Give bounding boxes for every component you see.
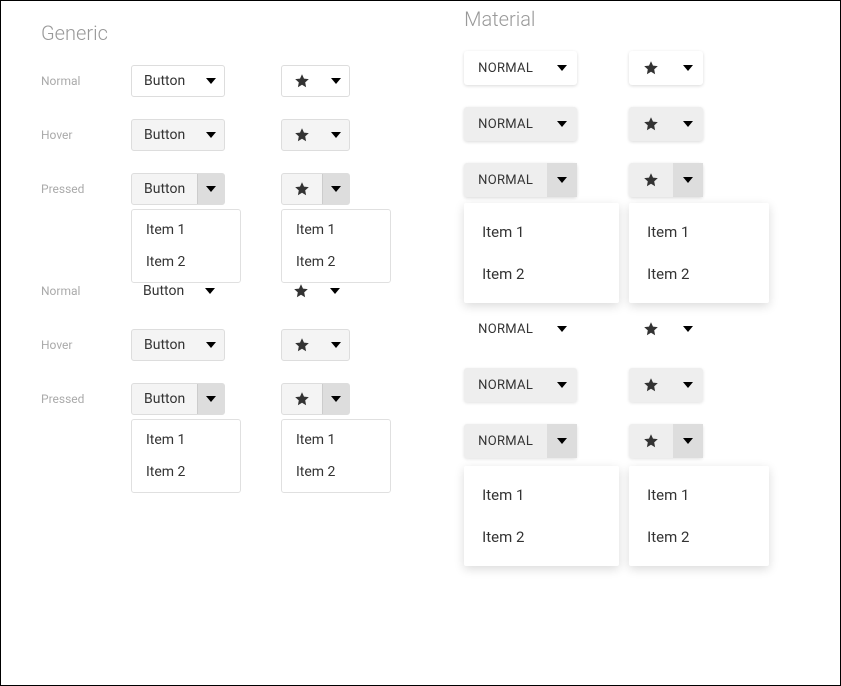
- generic-icon-button-normal[interactable]: [281, 65, 350, 97]
- state-label-hover: Hover: [41, 128, 131, 142]
- star-icon: [282, 330, 322, 360]
- chevron-down-icon: [197, 384, 224, 414]
- generic-text-button-hover[interactable]: Button: [131, 329, 225, 361]
- menu-item[interactable]: Item 1: [132, 424, 240, 456]
- state-label-pressed: Pressed: [41, 182, 131, 196]
- chevron-down-icon: [197, 174, 224, 204]
- chevron-down-icon: [673, 424, 703, 458]
- button-label: NORMAL: [464, 424, 547, 458]
- chevron-down-icon: [673, 312, 703, 346]
- generic-icon-button-hover[interactable]: [281, 119, 350, 151]
- state-label-hover: Hover: [41, 338, 131, 352]
- menu-item[interactable]: Item 1: [464, 474, 619, 516]
- menu-item[interactable]: Item 1: [282, 424, 390, 456]
- star-icon: [282, 174, 322, 204]
- button-label: NORMAL: [464, 51, 547, 85]
- star-icon: [629, 107, 673, 141]
- chevron-down-icon: [322, 174, 349, 204]
- button-label: Button: [132, 384, 197, 414]
- star-icon: [282, 120, 322, 150]
- generic-dropdown-menu: Item 1 Item 2: [131, 419, 241, 493]
- material-text-icon-button-normal[interactable]: [629, 312, 703, 346]
- button-label: Button: [132, 174, 197, 204]
- chevron-down-icon: [197, 330, 224, 360]
- chevron-down-icon: [322, 120, 349, 150]
- chevron-down-icon: [322, 66, 349, 96]
- generic-dropdown-menu: Item 1 Item 2: [281, 419, 391, 493]
- material-text-button-hover[interactable]: NORMAL: [464, 368, 577, 402]
- generic-button-normal[interactable]: Button: [131, 65, 225, 97]
- chevron-down-icon: [673, 51, 703, 85]
- material-dropdown-menu: Item 1 Item 2: [629, 466, 769, 566]
- material-icon-button-pressed[interactable]: [629, 163, 703, 197]
- menu-item[interactable]: Item 2: [282, 456, 390, 488]
- chevron-down-icon: [322, 384, 349, 414]
- menu-item[interactable]: Item 2: [464, 253, 619, 295]
- material-button-pressed[interactable]: NORMAL: [464, 163, 577, 197]
- generic-dropdown-menu: Item 1 Item 2: [281, 209, 391, 283]
- chevron-down-icon: [673, 163, 703, 197]
- button-label: Button: [132, 66, 197, 96]
- chevron-down-icon: [673, 107, 703, 141]
- button-label: NORMAL: [464, 107, 547, 141]
- button-label: NORMAL: [464, 368, 547, 402]
- star-icon: [282, 66, 322, 96]
- menu-item[interactable]: Item 2: [629, 253, 769, 295]
- menu-item[interactable]: Item 2: [282, 246, 390, 278]
- button-label: Button: [132, 120, 197, 150]
- star-icon: [629, 312, 673, 346]
- material-button-hover[interactable]: NORMAL: [464, 107, 577, 141]
- star-icon: [629, 51, 673, 85]
- menu-item[interactable]: Item 2: [629, 516, 769, 558]
- chevron-down-icon: [547, 368, 577, 402]
- material-text-icon-button-pressed[interactable]: [629, 424, 703, 458]
- material-button-normal[interactable]: NORMAL: [464, 51, 577, 85]
- material-title: Material: [464, 7, 800, 31]
- generic-dropdown-menu: Item 1 Item 2: [131, 209, 241, 283]
- material-icon-button-normal[interactable]: [629, 51, 703, 85]
- menu-item[interactable]: Item 1: [629, 211, 769, 253]
- button-label: NORMAL: [464, 312, 547, 346]
- chevron-down-icon: [322, 330, 349, 360]
- material-text-button-normal[interactable]: NORMAL: [464, 312, 577, 346]
- chevron-down-icon: [547, 163, 577, 197]
- generic-text-icon-button-hover[interactable]: [281, 329, 350, 361]
- menu-item[interactable]: Item 1: [282, 214, 390, 246]
- chevron-down-icon: [547, 51, 577, 85]
- chevron-down-icon: [197, 120, 224, 150]
- material-dropdown-menu: Item 1 Item 2: [629, 203, 769, 303]
- menu-item[interactable]: Item 1: [132, 214, 240, 246]
- star-icon: [282, 384, 322, 414]
- material-text-button-pressed[interactable]: NORMAL: [464, 424, 577, 458]
- material-dropdown-menu: Item 1 Item 2: [464, 203, 619, 303]
- state-label-normal: Normal: [41, 284, 131, 298]
- generic-button-hover[interactable]: Button: [131, 119, 225, 151]
- generic-text-icon-button-pressed[interactable]: [281, 383, 350, 415]
- star-icon: [629, 163, 673, 197]
- menu-item[interactable]: Item 2: [464, 516, 619, 558]
- chevron-down-icon: [197, 66, 224, 96]
- material-dropdown-menu: Item 1 Item 2: [464, 466, 619, 566]
- button-label: Button: [132, 330, 197, 360]
- state-label-normal: Normal: [41, 74, 131, 88]
- menu-item[interactable]: Item 1: [464, 211, 619, 253]
- generic-title: Generic: [41, 21, 414, 45]
- generic-text-button-pressed[interactable]: Button: [131, 383, 225, 415]
- chevron-down-icon: [673, 368, 703, 402]
- material-icon-button-hover[interactable]: [629, 107, 703, 141]
- menu-item[interactable]: Item 2: [132, 246, 240, 278]
- chevron-down-icon: [547, 107, 577, 141]
- state-label-pressed: Pressed: [41, 392, 131, 406]
- chevron-down-icon: [547, 312, 577, 346]
- menu-item[interactable]: Item 1: [629, 474, 769, 516]
- generic-button-pressed[interactable]: Button: [131, 173, 225, 205]
- material-text-icon-button-hover[interactable]: [629, 368, 703, 402]
- star-icon: [629, 424, 673, 458]
- menu-item[interactable]: Item 2: [132, 456, 240, 488]
- star-icon: [629, 368, 673, 402]
- button-label: NORMAL: [464, 163, 547, 197]
- chevron-down-icon: [547, 424, 577, 458]
- generic-icon-button-pressed[interactable]: [281, 173, 350, 205]
